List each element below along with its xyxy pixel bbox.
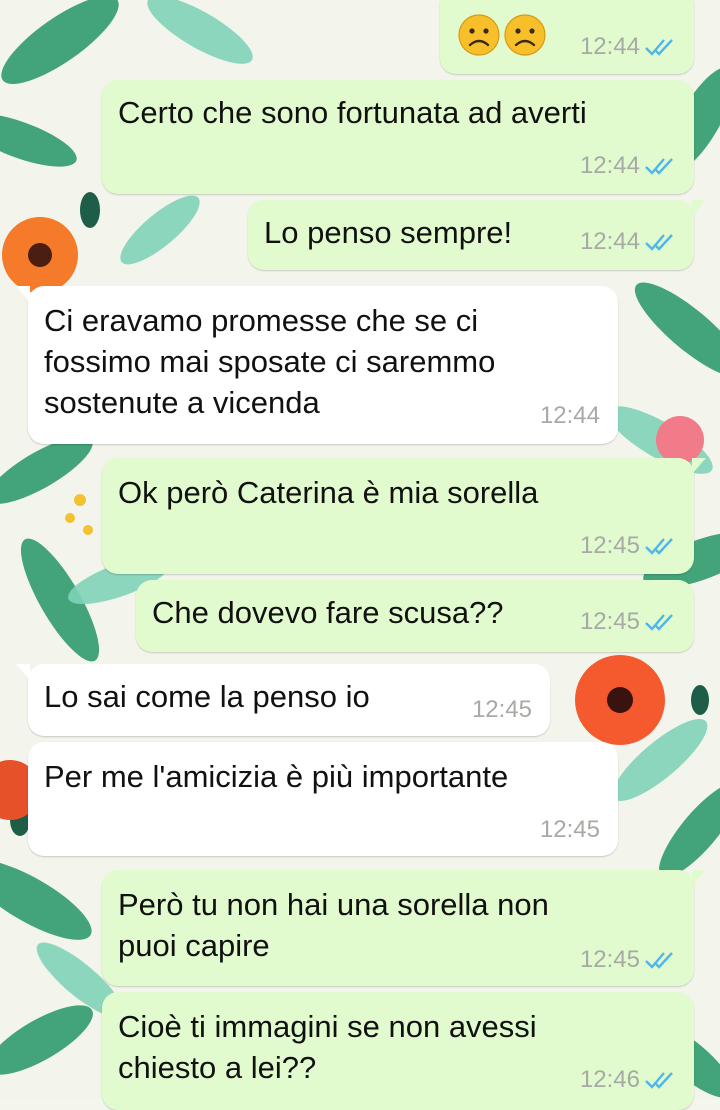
message-time: 12:44 [579, 33, 640, 60]
message-bubble-outgoing[interactable]: Lo penso sempre! 12:44 [248, 200, 706, 270]
message-meta: 12:44 [580, 152, 676, 180]
message-text: Però tu non hai una sorella non puoi cap… [118, 887, 549, 963]
message-time: 12:45 [539, 816, 600, 843]
message-time: 12:44 [579, 228, 640, 255]
message-bubble-outgoing[interactable]: Ok però Caterina è mia sorella 12:45 [102, 458, 706, 574]
message-bubble-outgoing[interactable]: Certo che sono fortunata ad averti 12:44 [102, 80, 694, 194]
message-meta: 12:45 [540, 816, 600, 844]
message-bubble-outgoing[interactable]: Che dovevo fare scusa?? 12:45 [136, 580, 694, 652]
message-meta: 12:44 [540, 402, 600, 430]
message-meta: 12:44 [580, 228, 676, 256]
message-time: 12:45 [579, 532, 640, 559]
message-text: Lo penso sempre! [264, 215, 513, 250]
frowning-face-emoji-icon [458, 14, 500, 56]
double-check-read-icon [644, 535, 676, 557]
message-text: Ci eravamo promesse che se ci fossimo ma… [44, 303, 496, 420]
message-meta: 12:45 [580, 532, 676, 560]
message-bubble-incoming[interactable]: Lo sai come la penso io 12:45 [16, 664, 550, 736]
message-meta: 12:45 [472, 696, 532, 724]
message-time: 12:45 [579, 608, 640, 635]
message-time: 12:44 [579, 152, 640, 179]
message-text: Per me l'amicizia è più importante [44, 759, 509, 794]
message-text: Cioè ti immagini se non avessi chiesto a… [118, 1009, 537, 1085]
double-check-read-icon [644, 231, 676, 253]
double-check-read-icon [644, 949, 676, 971]
message-time: 12:45 [471, 696, 532, 723]
message-time: 12:44 [539, 402, 600, 429]
message-meta: 12:45 [580, 946, 676, 974]
double-check-read-icon [644, 1069, 676, 1091]
message-meta: 12:46 [580, 1066, 676, 1094]
message-bubble-outgoing[interactable]: Cioè ti immagini se non avessi chiesto a… [102, 992, 694, 1110]
message-text: Che dovevo fare scusa?? [152, 595, 504, 630]
message-bubble-outgoing[interactable]: 12:44 [440, 0, 694, 74]
frowning-face-emoji-icon [504, 14, 546, 56]
message-bubble-incoming[interactable]: Ci eravamo promesse che se ci fossimo ma… [16, 286, 618, 444]
message-time: 12:46 [579, 1066, 640, 1093]
message-bubble-outgoing[interactable]: Però tu non hai una sorella non puoi cap… [102, 870, 706, 986]
message-text: Certo che sono fortunata ad averti [118, 95, 587, 130]
double-check-read-icon [644, 36, 676, 58]
message-bubble-incoming[interactable]: Per me l'amicizia è più importante 12:45 [28, 742, 618, 856]
message-text: Ok però Caterina è mia sorella [118, 475, 539, 510]
double-check-read-icon [644, 611, 676, 633]
message-text: Lo sai come la penso io [44, 679, 370, 714]
double-check-read-icon [644, 155, 676, 177]
message-meta: 12:44 [580, 33, 676, 61]
message-time: 12:45 [579, 946, 640, 973]
message-meta: 12:45 [580, 608, 676, 636]
